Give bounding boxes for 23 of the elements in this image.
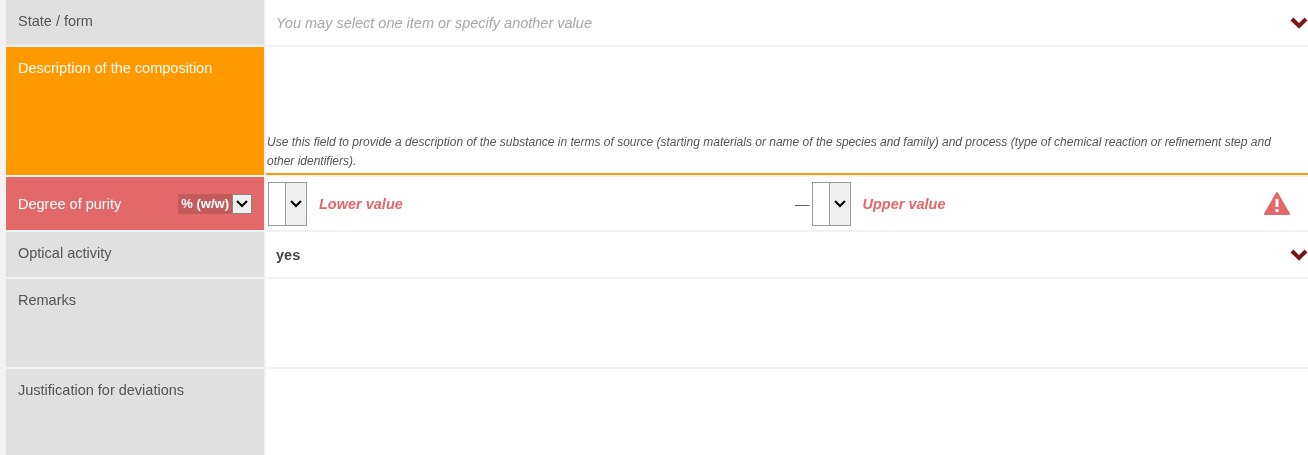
select-field[interactable]: You may select one item or specify another value bbox=[266, 0, 1308, 45]
chevron-down-icon[interactable] bbox=[1290, 16, 1308, 29]
field-label: Justification for deviations bbox=[18, 382, 185, 398]
chevron-down-icon[interactable] bbox=[1290, 248, 1308, 261]
field-placeholder: You may select one item or specify another value bbox=[276, 14, 593, 31]
field-label: Description of the composition bbox=[18, 60, 213, 76]
chevron-down-icon[interactable] bbox=[236, 199, 248, 208]
warning-icon bbox=[1264, 192, 1290, 215]
field-label: Remarks bbox=[18, 292, 76, 308]
unit-select[interactable]: % (w/w) bbox=[178, 193, 252, 214]
upper-value-field[interactable]: Upper value bbox=[862, 195, 1263, 212]
lower-value-field[interactable]: Lower value bbox=[319, 195, 719, 212]
range-field[interactable]: Lower value — Upper value bbox=[266, 177, 1308, 230]
select-field[interactable]: yes bbox=[266, 232, 1308, 277]
chevron-down-icon[interactable] bbox=[290, 199, 302, 208]
field-label: Optical activity bbox=[18, 245, 112, 261]
field-hint: Use this field to provide a description of the substance in terms of source (starting materials or name of the species and family) and process (type of chemical reaction or refinement step and other identifiers). bbox=[267, 134, 1272, 170]
chevron-down-icon[interactable] bbox=[833, 199, 846, 208]
text-area[interactable] bbox=[266, 47, 1308, 175]
field-value: yes bbox=[276, 246, 302, 263]
range-separator: — bbox=[795, 195, 810, 212]
field-label: Degree of purity bbox=[18, 195, 122, 212]
field-label: State / form bbox=[18, 13, 93, 29]
